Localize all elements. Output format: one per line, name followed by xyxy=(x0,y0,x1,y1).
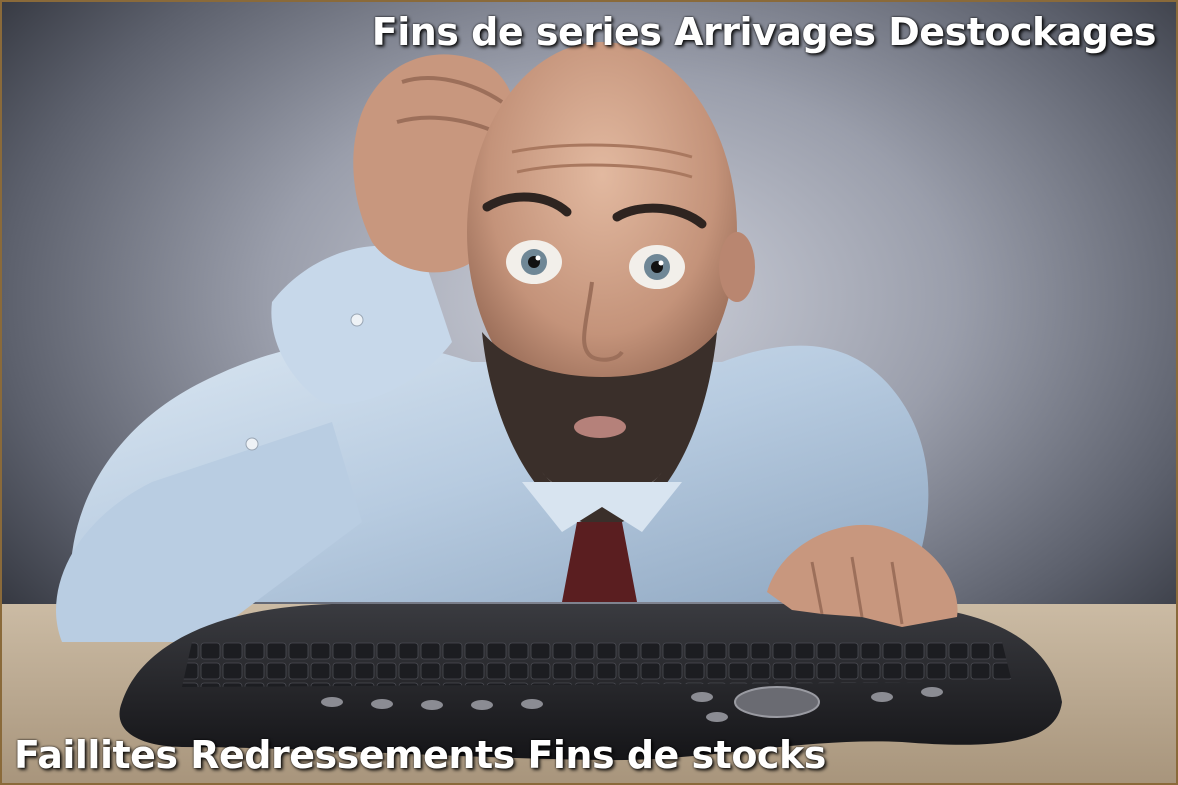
promo-banner: Fins de series Arrivages Destockages Fai… xyxy=(0,0,1178,785)
bottom-banner-text: Faillites Redressements Fins de stocks xyxy=(14,733,826,777)
top-banner-text: Fins de series Arrivages Destockages xyxy=(371,10,1157,54)
stock-photo-man-at-keyboard xyxy=(2,2,1176,783)
